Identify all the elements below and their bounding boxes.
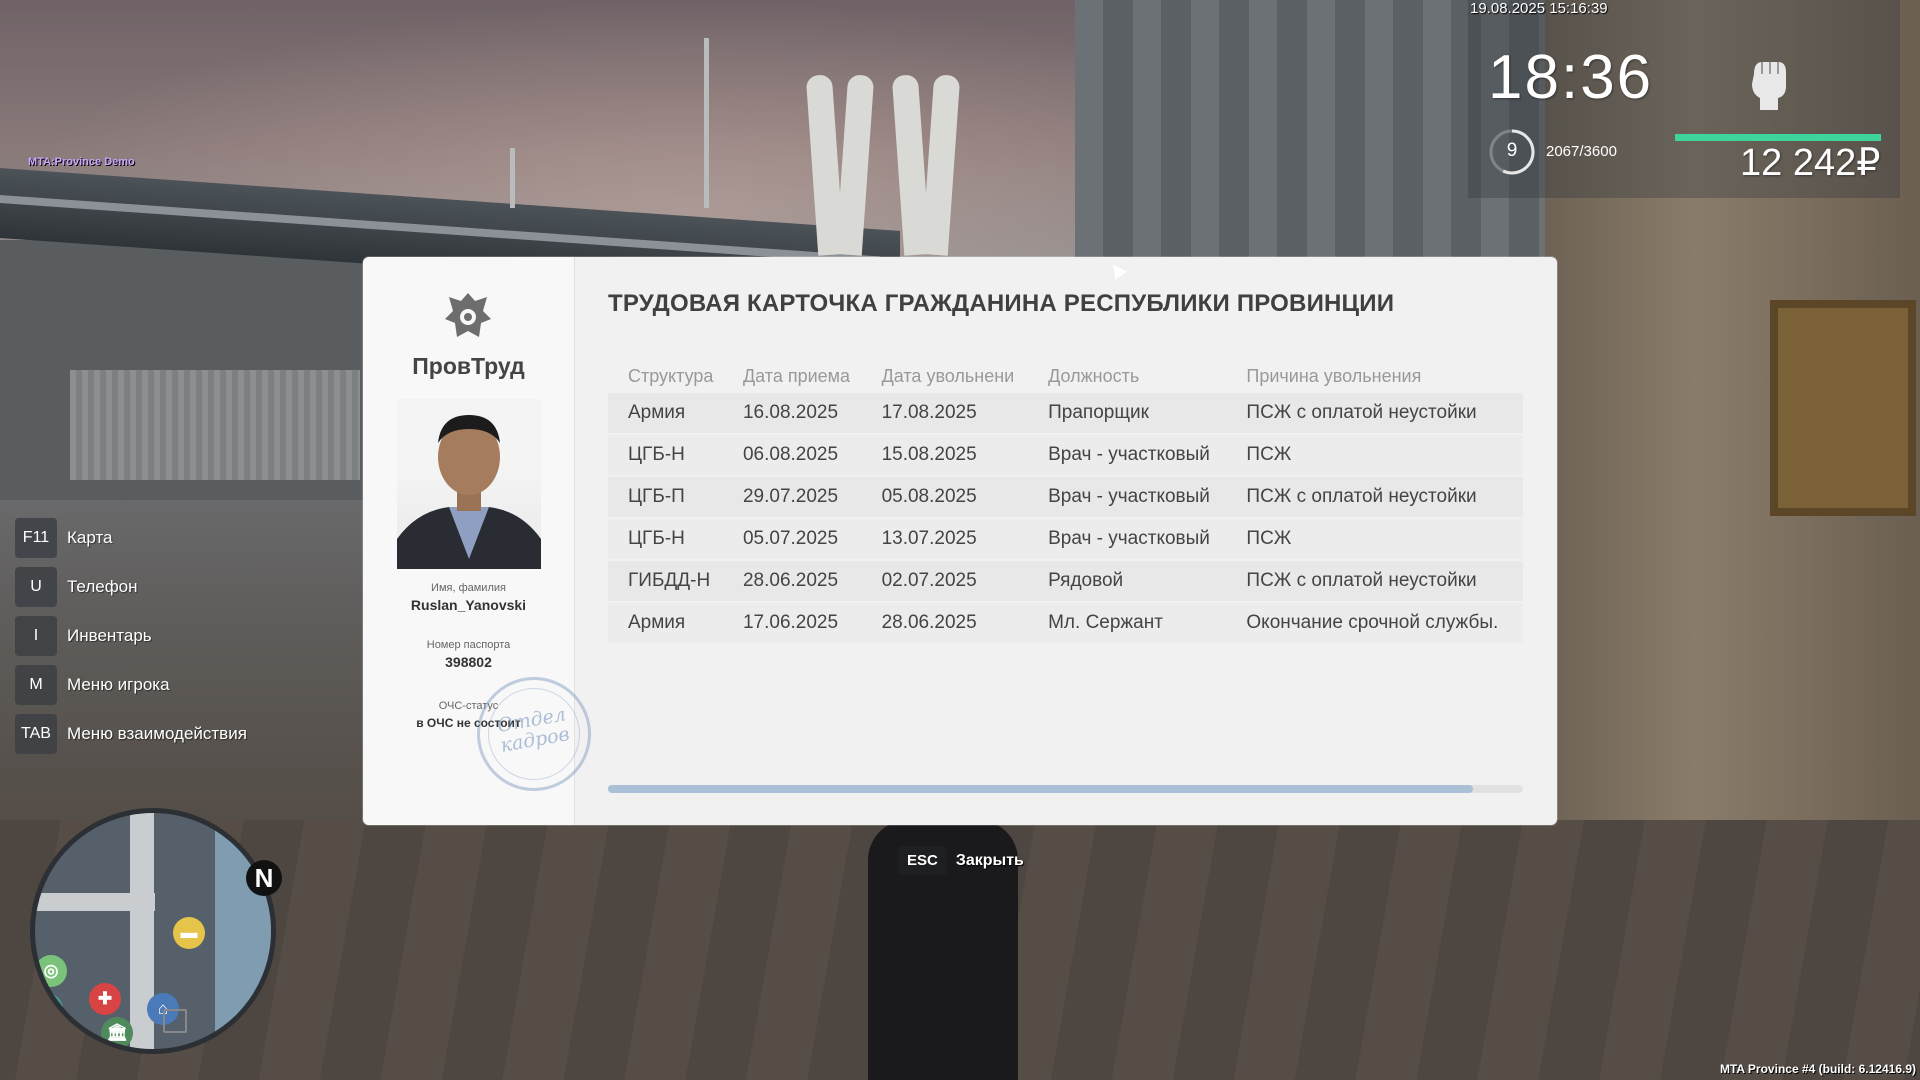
hint-key: F11: [15, 518, 57, 558]
taxi-icon: ▬: [173, 917, 205, 949]
cell-dismissal-date: 13.07.2025: [861, 518, 1029, 561]
hud-clock: 18:36: [1488, 43, 1654, 112]
hint-map[interactable]: F11 Карта: [15, 518, 247, 558]
cell-reason: ПСЖ: [1226, 518, 1523, 561]
hospital-icon: ✚: [89, 983, 121, 1015]
cell-hire-date: 06.08.2025: [722, 434, 862, 477]
close-hint[interactable]: ESC Закрыть: [898, 846, 1024, 875]
name-label: Имя, фамилия: [431, 582, 506, 594]
passport-value: 398802: [445, 654, 492, 670]
north-indicator: N: [246, 860, 282, 896]
minimap-road: [35, 893, 155, 911]
hint-interaction-menu[interactable]: TAB Меню взаимодействия: [15, 714, 247, 754]
table-header: Структура Дата приема Дата увольнени Дол…: [608, 361, 1523, 393]
fence: [70, 370, 360, 480]
hint-label: Карта: [67, 528, 113, 547]
minimap-water: [215, 813, 271, 1049]
column-header: Структура: [628, 365, 714, 386]
hint-phone[interactable]: U Телефон: [15, 567, 247, 607]
portrait-image: [397, 415, 541, 569]
hud-experience: 2067/3600: [1546, 143, 1617, 160]
cell-position: Врач - участковый: [1028, 476, 1227, 519]
minimap[interactable]: ⌂ ▬ ✚ ▣ ◎ 🏛: [30, 808, 276, 1054]
card-title: ТРУДОВАЯ КАРТОЧКА ГРАЖДАНИНА РЕСПУБЛИКИ …: [608, 290, 1395, 317]
cell-structure: Армия: [608, 602, 723, 645]
hint-label: Меню игрока: [67, 675, 170, 694]
column-header: Дата приема: [742, 365, 851, 386]
cell-reason: ПСЖ с оплатой неустойки: [1226, 393, 1523, 435]
bank-icon: 🏛: [101, 1017, 133, 1049]
street-lamp: [510, 148, 515, 208]
hint-key: U: [15, 567, 57, 607]
hr-stamp: Отдел кадров: [467, 667, 601, 801]
build-info: MTA Province #4 (build: 6.12416.9): [1719, 1062, 1916, 1076]
cell-position: Мл. Сержант: [1028, 602, 1227, 645]
cell-reason: ПСЖ: [1226, 434, 1523, 477]
cell-structure: ГИБДД-Н: [608, 560, 723, 603]
cell-dismissal-date: 28.06.2025: [861, 602, 1029, 645]
cell-dismissal-date: 05.08.2025: [861, 476, 1029, 519]
server-name: MTA:Province Demo: [28, 156, 135, 168]
hud-level: 9: [1506, 140, 1518, 161]
cell-hire-date: 29.07.2025: [722, 476, 862, 519]
hint-key: I: [15, 616, 57, 656]
fist-icon: [1752, 62, 1786, 110]
name-value: Ruslan_Yanovski: [410, 597, 527, 613]
cell-structure: ЦГБ-П: [608, 476, 723, 519]
table-row: ЦГБ-Н 06.08.2025 15.08.2025 Врач - участ…: [608, 434, 1523, 477]
column-header: Дата увольнени: [881, 365, 1015, 386]
key-hints: F11 Карта U Телефон I Инвентарь M Меню и…: [15, 518, 247, 763]
cell-dismissal-date: 02.07.2025: [861, 560, 1029, 603]
cell-dismissal-date: 17.08.2025: [861, 393, 1029, 435]
cell-hire-date: 05.07.2025: [722, 518, 862, 561]
hint-label: Инвентарь: [67, 626, 152, 645]
hint-key: M: [15, 665, 57, 705]
cell-dismissal-date: 15.08.2025: [861, 434, 1029, 477]
hint-key: TAB: [15, 714, 57, 754]
cell-reason: ПСЖ с оплатой неустойки: [1226, 476, 1523, 519]
organization-name: ПровТруд: [412, 353, 525, 379]
column-header: Должность: [1048, 365, 1140, 386]
cell-position: Рядовой: [1028, 560, 1227, 603]
close-label[interactable]: Закрыть: [956, 852, 1024, 870]
cell-structure: ЦГБ-Н: [608, 518, 723, 561]
wall-plaque: [1770, 300, 1916, 516]
hud-datetime: 19.08.2025 15:16:39: [1470, 0, 1608, 17]
coat-of-arms-icon: [445, 293, 491, 337]
work-record-card: ПровТруд Имя, фамилия Ruslan_Yanovski Но…: [363, 257, 1557, 825]
card-sidebar: ПровТруд Имя, фамилия Ruslan_Yanovski Но…: [363, 257, 601, 825]
table-row: Армия 17.06.2025 28.06.2025 Мл. Сержант …: [608, 602, 1523, 645]
hint-inventory[interactable]: I Инвентарь: [15, 616, 247, 656]
cell-hire-date: 16.08.2025: [722, 393, 862, 435]
cell-reason: ПСЖ с оплатой неустойки: [1226, 560, 1523, 603]
car-icon: ▣: [35, 993, 63, 1025]
cell-structure: ЦГБ-Н: [608, 434, 723, 477]
hint-label: Телефон: [67, 577, 138, 596]
cell-position: Врач - участковый: [1028, 434, 1227, 477]
cell-structure: Армия: [608, 393, 723, 435]
esc-key[interactable]: ESC: [898, 846, 947, 875]
hint-player-menu[interactable]: M Меню игрока: [15, 665, 247, 705]
street-lamp: [704, 38, 709, 208]
player-marker-icon: [163, 1009, 187, 1033]
cell-reason: Окончание срочной службы.: [1226, 602, 1523, 645]
cell-hire-date: 28.06.2025: [722, 560, 862, 603]
cell-hire-date: 17.06.2025: [722, 602, 862, 645]
passport-label: Номер паспорта: [426, 639, 511, 651]
hud-money: 12 242₽: [1740, 142, 1881, 184]
hint-label: Меню взаимодействия: [67, 724, 247, 743]
cell-position: Прапорщик: [1028, 393, 1227, 435]
cell-position: Врач - участковый: [1028, 518, 1227, 561]
horizontal-scrollbar[interactable]: [608, 785, 1523, 793]
citizen-photo: [397, 399, 541, 569]
table-row: ГИБДД-Н 28.06.2025 02.07.2025 Рядовой ПС…: [608, 560, 1523, 603]
target-icon: ◎: [35, 955, 67, 987]
column-header: Причина увольнения: [1246, 365, 1422, 386]
scrollbar-thumb[interactable]: [608, 785, 1473, 793]
table-row: Армия 16.08.2025 17.08.2025 Прапорщик ПС…: [608, 393, 1523, 435]
employment-table: Структура Дата приема Дата увольнени Дол…: [608, 361, 1523, 645]
table-row: ЦГБ-Н 05.07.2025 13.07.2025 Врач - участ…: [608, 518, 1523, 561]
table-row: ЦГБ-П 29.07.2025 05.08.2025 Врач - участ…: [608, 476, 1523, 519]
